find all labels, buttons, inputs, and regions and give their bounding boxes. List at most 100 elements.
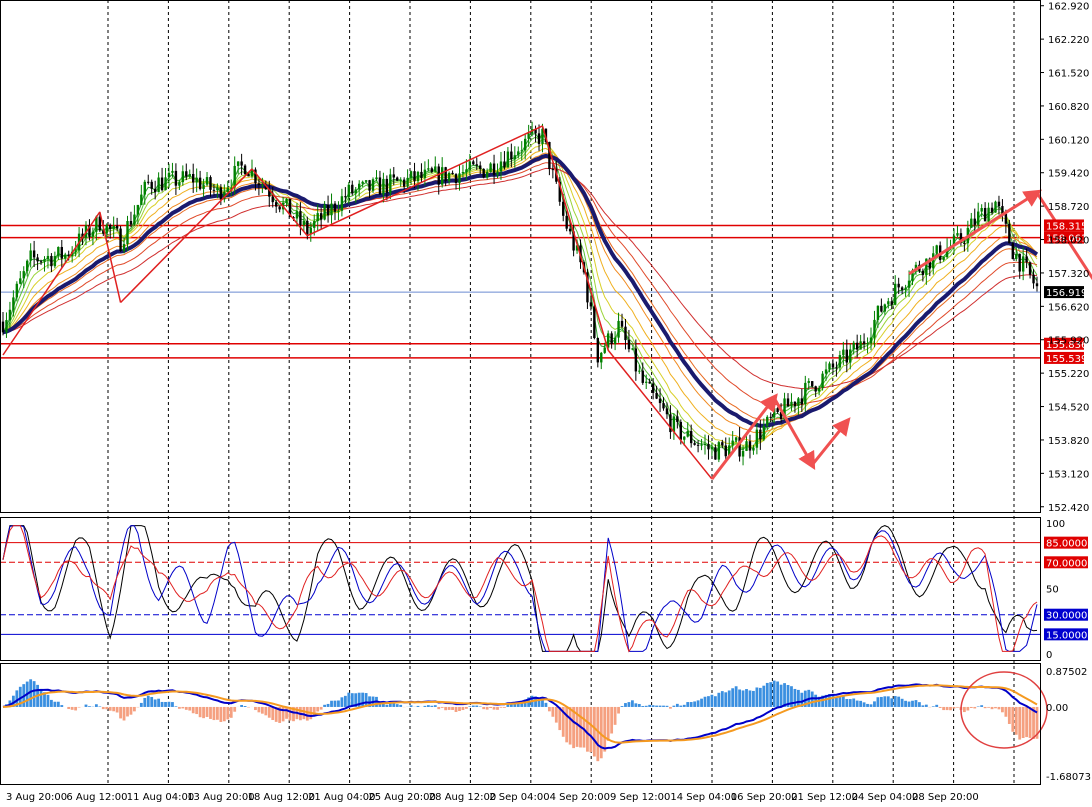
stoch-y-tick-label: 100 xyxy=(1046,519,1065,530)
macd-histogram-bar xyxy=(222,706,226,722)
candle-body xyxy=(651,383,655,393)
macd-histogram-bar xyxy=(835,697,838,707)
grid xyxy=(107,0,1015,784)
macd-histogram-bar xyxy=(586,706,589,752)
macd-histogram-bar xyxy=(838,696,842,707)
ma-line xyxy=(2,162,1038,406)
arrow xyxy=(811,417,851,466)
macd-histogram-bar xyxy=(713,696,717,707)
stoch-level-label: 15.0000 xyxy=(1046,630,1087,641)
macd-histogram-bar xyxy=(139,702,143,707)
macd-histogram-bar xyxy=(409,705,413,707)
candle-body xyxy=(503,161,506,168)
y-tick-label: 156.620 xyxy=(1048,302,1089,313)
macd-histogram-bar xyxy=(990,706,994,710)
candle-body xyxy=(790,401,793,407)
candle-body xyxy=(811,381,814,387)
candle-body xyxy=(299,211,302,226)
candle-body xyxy=(22,271,25,279)
panel-frame xyxy=(0,663,1041,785)
candle-body xyxy=(689,431,693,444)
candle-body xyxy=(710,447,714,450)
candle-body xyxy=(828,363,831,370)
macd-histogram-bar xyxy=(499,706,503,708)
macd-histogram-bar xyxy=(551,706,555,717)
candle-body xyxy=(970,218,973,228)
trendlines xyxy=(2,125,713,480)
macd-histogram-bar xyxy=(157,698,161,707)
macd-histogram-bar xyxy=(337,700,340,707)
candle-body xyxy=(423,169,427,178)
macd-histogram-bar xyxy=(343,695,347,707)
macd-histogram-bar xyxy=(672,705,676,707)
candle-body xyxy=(627,340,631,350)
candle-body xyxy=(665,408,669,415)
candle-body xyxy=(662,403,665,409)
macd-histogram-bar xyxy=(655,705,658,707)
macd-histogram-bar xyxy=(731,688,735,707)
y-tick-label: 154.520 xyxy=(1048,403,1089,414)
macd-histogram-bar xyxy=(503,706,506,708)
macd-histogram-bar xyxy=(143,697,147,707)
candle-body xyxy=(997,201,1001,207)
macd-histogram-bar xyxy=(783,683,786,707)
candle-body xyxy=(485,172,489,178)
current-price-label: 156.919 xyxy=(1046,288,1087,299)
x-tick-label: 9 Sep 12:00 xyxy=(610,792,670,803)
candle-body xyxy=(50,255,53,267)
candle-body xyxy=(835,367,838,369)
candle-body xyxy=(57,246,60,257)
macd-histogram-bar xyxy=(271,706,275,721)
macd-histogram-bar xyxy=(174,706,178,707)
macd-histogram-bar xyxy=(133,706,136,712)
candle-body xyxy=(634,348,638,372)
candle-body xyxy=(631,348,634,350)
y-tick-label: 162.920 xyxy=(1048,2,1089,13)
candle-body xyxy=(192,173,195,183)
candle-body xyxy=(641,370,644,383)
y-tick-label: 158.020 xyxy=(1048,236,1089,247)
macd-histogram-bar xyxy=(489,706,493,709)
candle-body xyxy=(804,382,807,405)
candle-body xyxy=(883,304,887,312)
macd-histogram-bar xyxy=(617,706,620,714)
macd-panel xyxy=(2,671,1048,762)
candle-body xyxy=(337,210,340,212)
macd-histogram-bar xyxy=(689,702,693,707)
candle-body xyxy=(752,447,755,451)
macd-histogram-bar xyxy=(385,704,389,707)
macd-histogram-bar xyxy=(890,698,894,707)
macd-histogram-bar xyxy=(980,705,984,707)
candle-body xyxy=(274,202,278,207)
candle-body xyxy=(1004,213,1008,224)
candle-body xyxy=(769,416,772,418)
macd-histogram-bar xyxy=(126,706,129,717)
macd-histogram-bar xyxy=(745,689,748,707)
candle-body xyxy=(402,179,406,187)
candle-body xyxy=(683,436,686,440)
macd-histogram-bar xyxy=(886,696,890,707)
candle-body xyxy=(60,246,63,259)
macd-histogram-bar xyxy=(101,706,105,710)
macd-histogram-bar xyxy=(669,706,672,709)
candle-body xyxy=(306,220,309,235)
candle-body xyxy=(1018,253,1021,272)
macd-histogram-bar xyxy=(630,700,634,707)
candle-body xyxy=(364,180,368,182)
macd-histogram-bar xyxy=(302,706,306,720)
macd-histogram-bar xyxy=(395,704,399,707)
panel-frame xyxy=(0,517,1041,661)
macd-histogram-bar xyxy=(240,704,244,707)
macd-histogram-bar xyxy=(679,705,683,707)
candle-body xyxy=(489,163,492,173)
y-tick-label: 152.420 xyxy=(1048,503,1089,514)
macd-histogram-bar xyxy=(88,706,91,707)
candle-body xyxy=(786,398,790,407)
candle-body xyxy=(700,444,703,446)
macd-histogram-bar xyxy=(496,706,499,710)
candle-body xyxy=(880,305,883,312)
macd-histogram-bar xyxy=(935,704,939,707)
candle-body xyxy=(136,204,140,215)
candle-body xyxy=(43,259,46,262)
macd-histogram-bar xyxy=(115,706,119,713)
